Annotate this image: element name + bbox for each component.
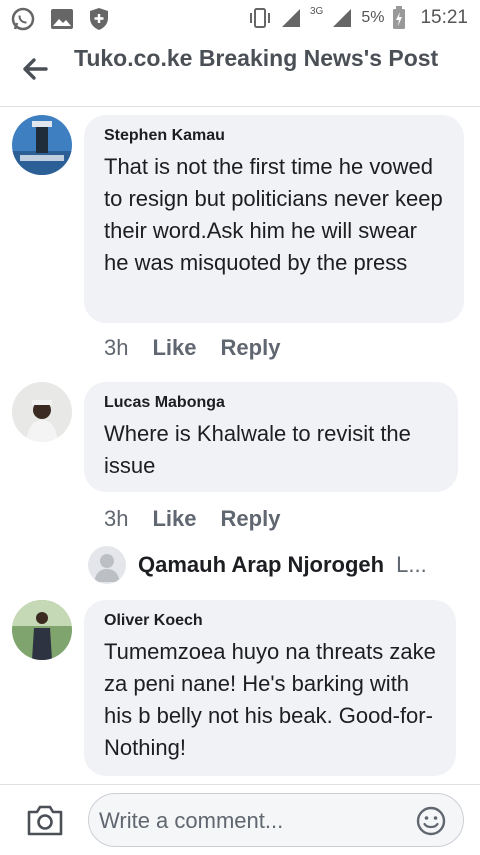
comment-actions: 3h Like Reply [104,335,280,361]
reply-button[interactable]: Reply [221,506,281,532]
avatar-image [12,115,72,175]
comment-time: 3h [104,335,129,360]
comment-bubble[interactable]: Lucas Mabonga Where is Khalwale to revis… [84,382,458,492]
page-title: Tuko.co.ke Breaking News's Post [74,45,439,71]
avatar[interactable] [12,382,72,442]
comment-text: That is not the first time he vowed to r… [104,154,443,275]
comment-author[interactable]: Lucas Mabonga [104,394,438,412]
camera-icon[interactable] [26,803,64,837]
comment-composer: Write a comment... [0,784,480,855]
comment-author[interactable]: Oliver Koech [104,612,436,630]
like-button[interactable]: Like [152,335,196,361]
default-avatar-icon [88,546,126,584]
avatar-image [12,600,72,660]
comment-time: 3h [104,506,129,531]
comment-bubble[interactable]: Stephen Kamau That is not the first time… [84,115,464,323]
signal-icon [281,9,300,27]
battery-percent: 5% [361,9,385,26]
comment-input-placeholder: Write a comment... [99,808,284,833]
comment-text: Tumemzoea huyo na threats zake za peni n… [104,639,436,760]
like-button[interactable]: Like [152,506,196,532]
emoji-icon[interactable] [415,805,447,837]
comment-text: Where is Khalwale to revisit the issue [104,421,411,478]
avatar-image [12,382,72,442]
post-header: Tuko.co.ke Breaking News's Post [0,36,480,107]
clock: 15:21 [420,7,468,28]
vibrate-icon [249,8,270,28]
signal-icon-2 [333,9,352,27]
shield-icon [90,8,108,30]
comment-input[interactable]: Write a comment... [88,793,464,847]
network-type: 3G [309,5,324,17]
whatsapp-icon [11,7,35,31]
reply-truncated-text: L... [396,552,427,577]
battery-charging-icon [393,6,406,29]
gallery-icon [51,9,73,29]
avatar[interactable] [12,115,72,175]
back-arrow-icon[interactable] [20,54,50,84]
reply-button[interactable]: Reply [221,335,281,361]
status-bar: 3G 5% 15:21 [0,0,480,36]
reply-author[interactable]: Qamauh Arap Njorogeh [138,552,384,578]
comment-author[interactable]: Stephen Kamau [104,127,444,145]
comment-actions: 3h Like Reply [104,506,280,532]
avatar[interactable] [12,600,72,660]
comment-bubble[interactable]: Oliver Koech Tumemzoea huyo na threats z… [84,600,456,776]
reply-preview[interactable]: Qamauh Arap Njorogeh L... [88,546,427,584]
